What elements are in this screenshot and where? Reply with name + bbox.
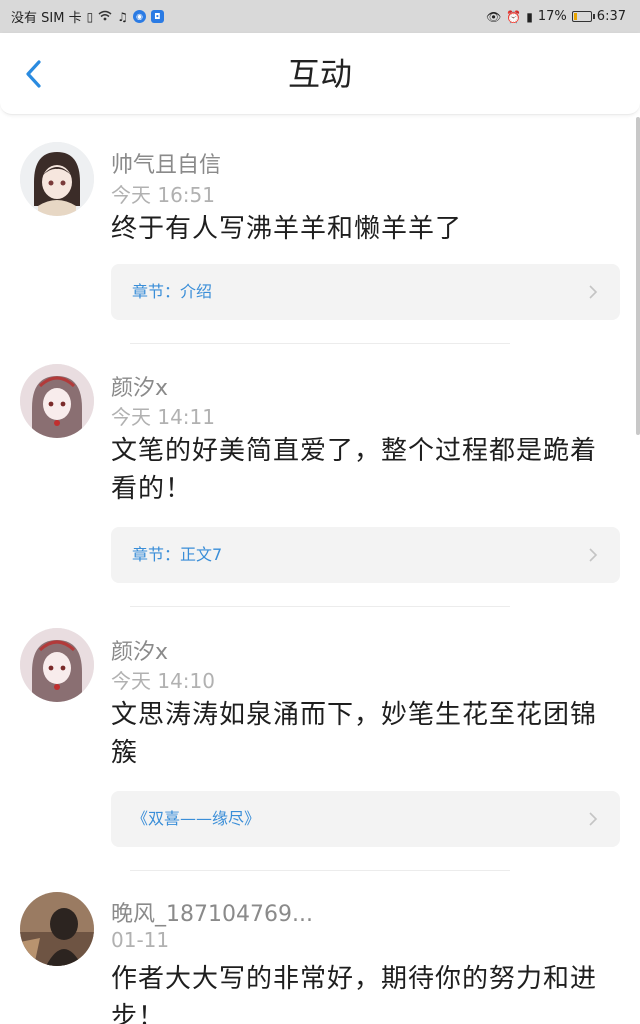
- status-bar: 没有 SIM 卡 ▯ ♫ ◉ ◘ 👁 ⏰ ▮ 17% 6:37: [0, 0, 640, 33]
- comment-text: 文思涛涛如泉涌而下，妙笔生花至花团锦簇: [111, 700, 598, 768]
- comment-time: 01-11: [111, 928, 170, 952]
- app-header: 互动: [0, 33, 640, 115]
- status-right: 👁 ⏰ ▮ 17% 6:37: [486, 9, 626, 24]
- comment-text: 文笔的好美简直爱了，整个过程都是跪着看的！: [111, 436, 598, 504]
- chevron-right-icon: [589, 548, 598, 562]
- app-shield-icon: ◘: [150, 10, 164, 23]
- clock: 6:37: [596, 9, 626, 24]
- music-icon: ♫: [117, 9, 128, 24]
- user-name[interactable]: 颜汐x: [111, 634, 168, 666]
- status-left: 没有 SIM 卡 ▯ ♫ ◉ ◘: [11, 7, 164, 26]
- app-badge-icon: ◉: [132, 10, 146, 23]
- chevron-right-icon: [589, 812, 598, 826]
- chapter-link[interactable]: 《双喜——缘尽》: [111, 791, 620, 847]
- page-title: 互动: [287, 55, 352, 93]
- alarm-icon: ⏰: [506, 9, 522, 24]
- wifi-icon: [98, 10, 112, 23]
- sim-icon: ▯: [86, 9, 94, 24]
- comment-time: 今天 14:11: [111, 405, 215, 429]
- chapter-label: 章节：介绍: [132, 282, 213, 301]
- divider: [130, 870, 510, 871]
- battery-icon: [571, 11, 595, 22]
- chevron-right-icon: [589, 285, 598, 299]
- comment-text: 作者大大写的非常好，期待你的努力和进步！: [111, 964, 598, 1024]
- chapter-label: 章节：正文7: [132, 545, 223, 564]
- user-name[interactable]: 帅气且自信: [111, 147, 221, 179]
- chapter-label: 《双喜——缘尽》: [132, 809, 261, 828]
- divider: [130, 606, 510, 607]
- chapter-link[interactable]: 章节：正文7: [111, 527, 620, 583]
- avatar[interactable]: [20, 142, 94, 216]
- user-name[interactable]: 颜汐x: [111, 370, 168, 402]
- comment-time: 今天 16:51: [111, 183, 215, 207]
- user-name[interactable]: 晚风_187104769...: [111, 896, 313, 928]
- comment-list[interactable]: 帅气且自信 今天 16:51 终于有人写沸羊羊和懒羊羊了 章节：介绍 颜汐x 今…: [0, 116, 640, 1024]
- comment-time: 今天 14:10: [111, 669, 215, 693]
- comment-text: 终于有人写沸羊羊和懒羊羊了: [111, 214, 463, 244]
- avatar[interactable]: [20, 628, 94, 702]
- battery-percent: 17%: [537, 9, 567, 24]
- vibrate-icon: ▮: [526, 9, 533, 24]
- carrier-text: 没有 SIM 卡: [11, 11, 82, 26]
- avatar[interactable]: [20, 364, 94, 438]
- avatar[interactable]: [20, 892, 94, 966]
- eye-icon: 👁: [486, 9, 502, 24]
- scrollbar[interactable]: [636, 117, 640, 435]
- divider: [130, 343, 510, 344]
- chapter-link[interactable]: 章节：介绍: [111, 264, 620, 320]
